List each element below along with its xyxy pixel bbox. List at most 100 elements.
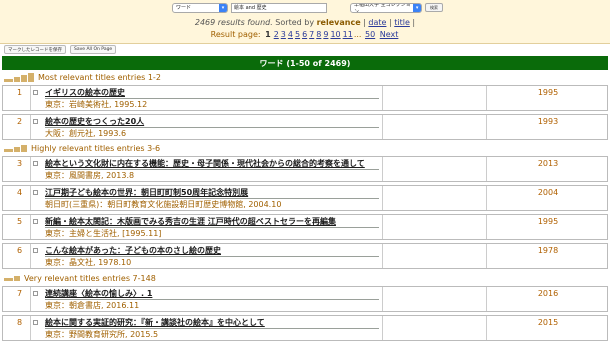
page-link[interactable]: 9 [323,30,328,39]
search-button[interactable]: 検索 [425,3,443,12]
mark-checkbox[interactable] [33,90,38,95]
result-title-link[interactable]: 江戸期子ども絵本の世界：朝日町町制50周年記念特別展 [45,187,248,198]
result-number: 3 [3,157,31,181]
search-header: ワード ▾ 早稲田大学 全コレクション ▾ 検索 2469 results fo… [0,0,610,44]
results-table-header: ワード (1-50 of 2469) [2,56,608,70]
sort-date-link[interactable]: date [368,18,386,27]
result-publisher: 東京：晶文社, 1978.10 [45,258,132,267]
result-year: 2015 [537,318,559,327]
result-title-link[interactable]: 絵本の歴史をつくった20人 [45,116,144,127]
empty-cell [383,287,487,311]
title-cell: 絵本の歴史をつくった20人 大阪：創元社, 1993.6 [41,115,383,139]
relevance-books-icon [4,72,35,82]
page-link[interactable]: 11 [343,30,353,39]
result-year: 1995 [537,217,559,226]
title-cell: 絵本という文化財に内在する機能：歴史・母子関係・現代社会からの総合的考察を通して… [41,157,383,181]
search-input[interactable] [231,2,327,13]
empty-cell [383,316,487,340]
mark-checkbox[interactable] [33,248,38,253]
result-publisher: 東京：岩崎美術社, 1995.12 [45,100,148,109]
title-cell: イギリスの絵本の歴史 東京：岩崎美術社, 1995.12 [41,86,383,110]
result-row: 4 江戸期子ども絵本の世界：朝日町町制50周年記念特別展 朝日町(三重県)：朝日… [2,185,608,211]
title-cell: 新編・絵本太閤記：木版画でみる秀吉の生涯 江戸時代の超ベストセラーを再編集 東京… [41,215,383,239]
result-row: 6 こんな絵本があった：子どもの本のさし絵の歴史 東京：晶文社, 1978.10… [2,243,608,269]
result-number: 1 [3,86,31,110]
result-title-link[interactable]: こんな絵本があった：子どもの本のさし絵の歴史 [45,245,221,256]
relevance-group-header: Most relevant titles entries 1-2 [4,72,161,82]
result-count: 2469 results found. [194,18,273,27]
page-link[interactable]: 7 [309,30,314,39]
result-title-link[interactable]: 絵本に関する実証的研究：『新・講談社の絵本』を中心として [45,317,265,328]
pager-label: Result page: [210,30,264,39]
result-publisher: 東京：朝倉書店, 2016.11 [45,301,140,310]
save-marked-button[interactable]: マークしたレコードを保存 [4,45,66,54]
result-year: 2013 [537,159,559,168]
result-year: 2016 [537,289,559,298]
result-year: 1978 [537,246,559,255]
result-publisher: 大阪：創元社, 1993.6 [45,129,127,138]
results-summary: 2469 results found. Sorted by relevance … [0,18,610,27]
result-title-link[interactable]: 連続講座〈絵本の愉しみ〉. 1 [45,288,152,299]
empty-cell [383,215,487,239]
result-row: 8 絵本に関する実証的研究：『新・講談社の絵本』を中心として 東京：野間教育研究… [2,315,608,341]
result-row: 5 新編・絵本太閤記：木版画でみる秀吉の生涯 江戸時代の超ベストセラーを再編集 … [2,214,608,240]
search-field-select[interactable]: ワード ▾ [172,2,228,13]
title-cell: 江戸期子ども絵本の世界：朝日町町制50周年記念特別展 朝日町(三重県)：朝日町教… [41,186,383,210]
result-row: 2 絵本の歴史をつくった20人 大阪：創元社, 1993.6 1993 [2,114,608,140]
chevron-down-icon: ▾ [219,3,227,12]
next-page-link[interactable]: Next [380,30,399,39]
page-link[interactable]: 2 [274,30,279,39]
mark-checkbox[interactable] [33,320,38,325]
result-number: 2 [3,115,31,139]
relevance-group-label: Very relevant titles entries 7-148 [24,273,156,283]
mark-checkbox[interactable] [33,119,38,124]
relevance-group-header: Very relevant titles entries 7-148 [4,273,156,283]
result-publisher: 東京：主婦と生活社, [1995.11] [45,229,162,238]
mark-checkbox[interactable] [33,219,38,224]
result-row: 1 イギリスの絵本の歴史 東京：岩崎美術社, 1995.12 1995 [2,85,608,111]
result-title-link[interactable]: 絵本という文化財に内在する機能：歴史・母子関係・現代社会からの総合的考察を通して [45,158,365,169]
result-title-link[interactable]: イギリスの絵本の歴史 [45,87,125,98]
empty-cell [383,244,487,268]
empty-cell [383,86,487,110]
mark-checkbox[interactable] [33,190,38,195]
result-year: 1995 [537,88,559,97]
pager-ellipsis: ... [353,30,362,39]
search-row: ワード ▾ 早稲田大学 全コレクション ▾ 検索 [172,2,443,13]
mark-checkbox[interactable] [33,161,38,166]
sort-separator: | [409,18,416,27]
result-publisher: 東京：風間書房, 2013.8 [45,171,135,180]
sort-title-link[interactable]: title [394,18,410,27]
collection-select[interactable]: 早稲田大学 全コレクション ▾ [350,2,422,13]
save-all-button[interactable]: Save All On Page [70,45,117,54]
relevance-group-label: Highly relevant titles entries 3-6 [31,143,161,153]
result-row: 7 連続講座〈絵本の愉しみ〉. 1 東京：朝倉書店, 2016.11 2016 [2,286,608,312]
page-current: 1 [265,30,271,39]
empty-cell [383,115,487,139]
chevron-down-icon: ▾ [413,3,421,12]
empty-cell [383,186,487,210]
sort-current: relevance [316,18,361,27]
page-link-last[interactable]: 50 [365,30,375,39]
page-link[interactable]: 6 [302,30,307,39]
title-cell: 絵本に関する実証的研究：『新・講談社の絵本』を中心として 東京：野間教育研究所,… [41,316,383,340]
collection-select-value: 早稲田大学 全コレクション [354,2,411,13]
page-link[interactable]: 5 [295,30,300,39]
relevance-books-icon [4,275,21,281]
result-publisher: 東京：野間教育研究所, 2015.5 [45,330,159,339]
mark-checkbox[interactable] [33,291,38,296]
title-cell: 連続講座〈絵本の愉しみ〉. 1 東京：朝倉書店, 2016.11 [41,287,383,311]
page-link[interactable]: 3 [281,30,286,39]
result-title-link[interactable]: 新編・絵本太閤記：木版画でみる秀吉の生涯 江戸時代の超ベストセラーを再編集 [45,216,336,227]
result-number: 8 [3,316,31,340]
result-year: 2004 [537,188,559,197]
result-number: 6 [3,244,31,268]
pagination: Result page: 1 2 3 4 5 6 7 8 9 10 11... 50 Next [0,30,610,39]
relevance-group-header: Highly relevant titles entries 3-6 [4,143,160,153]
page-link[interactable]: 8 [316,30,321,39]
page-link[interactable]: 10 [330,30,340,39]
relevance-books-icon [4,144,28,152]
result-number: 4 [3,186,31,210]
result-number: 5 [3,215,31,239]
page-link[interactable]: 4 [288,30,293,39]
